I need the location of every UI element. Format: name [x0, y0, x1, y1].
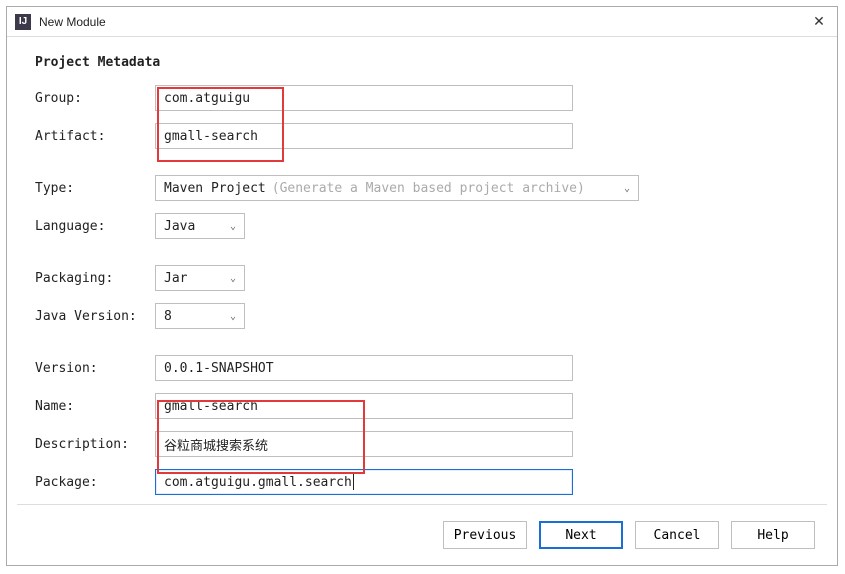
- chevron-down-icon: ⌄: [230, 273, 236, 284]
- java-version-select[interactable]: 8⌄: [155, 303, 245, 329]
- app-icon: IJ: [15, 14, 31, 30]
- button-bar: Previous Next Cancel Help: [443, 521, 815, 549]
- chevron-down-icon: ⌄: [624, 183, 630, 194]
- previous-button[interactable]: Previous: [443, 521, 527, 549]
- java-version-label: Java Version:: [35, 309, 155, 324]
- package-input[interactable]: com.atguigu.gmall.search: [155, 469, 573, 495]
- package-label: Package:: [35, 475, 155, 490]
- artifact-label: Artifact:: [35, 129, 155, 144]
- type-label: Type:: [35, 181, 155, 196]
- group-label: Group:: [35, 91, 155, 106]
- name-label: Name:: [35, 399, 155, 414]
- version-label: Version:: [35, 361, 155, 376]
- artifact-input[interactable]: gmall-search: [155, 123, 573, 149]
- chevron-down-icon: ⌄: [230, 221, 236, 232]
- packaging-label: Packaging:: [35, 271, 155, 286]
- cancel-button[interactable]: Cancel: [635, 521, 719, 549]
- title-bar: IJ New Module ✕: [7, 7, 837, 37]
- description-input[interactable]: 谷粒商城搜索系统: [155, 431, 573, 457]
- language-label: Language:: [35, 219, 155, 234]
- type-select[interactable]: Maven Project(Generate a Maven based pro…: [155, 175, 639, 201]
- description-label: Description:: [35, 437, 155, 452]
- separator: [17, 504, 827, 505]
- section-heading: Project Metadata: [35, 55, 809, 70]
- name-input[interactable]: gmall-search: [155, 393, 573, 419]
- language-select[interactable]: Java⌄: [155, 213, 245, 239]
- chevron-down-icon: ⌄: [230, 311, 236, 322]
- close-icon[interactable]: ✕: [809, 13, 829, 30]
- group-input[interactable]: com.atguigu: [155, 85, 573, 111]
- next-button[interactable]: Next: [539, 521, 623, 549]
- help-button[interactable]: Help: [731, 521, 815, 549]
- version-input[interactable]: 0.0.1-SNAPSHOT: [155, 355, 573, 381]
- window-title: New Module: [39, 15, 809, 29]
- new-module-dialog: IJ New Module ✕ Project Metadata Group: …: [6, 6, 838, 566]
- content-area: Project Metadata Group: com.atguigu Arti…: [7, 37, 837, 496]
- packaging-select[interactable]: Jar⌄: [155, 265, 245, 291]
